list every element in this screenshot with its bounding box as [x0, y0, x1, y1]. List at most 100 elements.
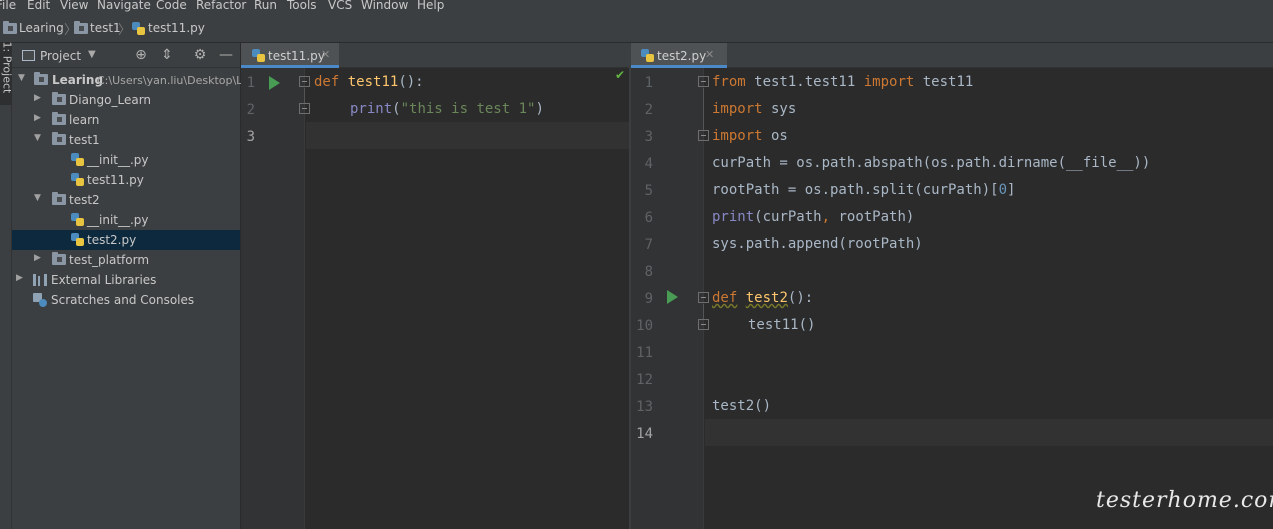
checkmark-icon: ✔: [615, 68, 626, 82]
run-icon[interactable]: [269, 76, 280, 90]
project-view-icon: [22, 50, 35, 61]
fold-icon[interactable]: [299, 103, 310, 114]
code-token: ,: [821, 209, 831, 225]
menu-navigate[interactable]: Navigate: [97, 0, 151, 13]
gear-icon[interactable]: ⚙: [191, 46, 209, 64]
menu-run[interactable]: Run: [254, 0, 277, 13]
tree-item-test-platform[interactable]: ▶ test_platform: [12, 250, 240, 270]
tree-item-test11-py[interactable]: test11.py: [12, 170, 240, 190]
function-name: test11: [347, 74, 399, 90]
editor-test11-py[interactable]: test11.py ✕ 1 2 3 def test11(): print("t…: [241, 43, 629, 529]
menu-tools[interactable]: Tools: [287, 0, 317, 13]
tree-item-test2-py[interactable]: test2.py: [12, 230, 240, 250]
current-line-highlight: [705, 419, 1273, 446]
code-line-2: print("this is test 1"): [350, 101, 544, 117]
tree-item-external-libraries[interactable]: ▶ External Libraries: [12, 270, 240, 290]
fold-icon[interactable]: [299, 76, 310, 87]
menu-help[interactable]: Help: [417, 0, 444, 13]
code-token: (: [392, 101, 401, 117]
code-line-7: sys.path.append(rootPath): [712, 236, 923, 252]
close-icon[interactable]: ✕: [321, 48, 330, 61]
tab-test11-py[interactable]: test11.py ✕: [241, 43, 339, 68]
code-line-3: import os: [712, 128, 788, 144]
tree-item-test1-init-py[interactable]: __init__.py: [12, 150, 240, 170]
chevron-right-icon[interactable]: ▶: [34, 93, 44, 103]
fold-icon[interactable]: [698, 319, 709, 330]
fold-icon[interactable]: [698, 130, 709, 141]
menu-code[interactable]: Code: [156, 0, 187, 13]
builtin: print: [712, 209, 755, 225]
menu-window[interactable]: Window: [361, 0, 408, 13]
string-literal: "this is test 1": [400, 101, 536, 117]
chevron-right-icon[interactable]: ▶: [34, 113, 44, 123]
line-number-gutter: 1 2 3 4 5 6 7 8 9 10 11 12 13 14: [631, 68, 709, 529]
breadcrumb-test1[interactable]: test1: [90, 21, 121, 35]
menu-vcs[interactable]: VCS: [328, 0, 352, 13]
python-file-icon: [71, 173, 84, 186]
menu-view[interactable]: View: [60, 0, 88, 13]
hide-panel-icon[interactable]: —: [217, 46, 235, 64]
line-number: 4: [644, 156, 653, 172]
tree-item-label: test_platform: [69, 253, 150, 267]
fold-guide: [703, 88, 704, 130]
tree-item-learn[interactable]: ▶ learn: [12, 110, 240, 130]
editor-test2-py[interactable]: test2.py ✕ 1 2 3 4 5 6 7 8 9 10 11 12 13…: [631, 43, 1273, 529]
tree-item-test2-init-py[interactable]: __init__.py: [12, 210, 240, 230]
tool-window-strip: 1: Project: [0, 42, 14, 529]
folder-icon: [3, 21, 17, 34]
builtin: print: [350, 101, 393, 117]
locate-file-icon[interactable]: ⊕: [132, 46, 150, 64]
fold-icon[interactable]: [698, 292, 709, 303]
line-number: 2: [246, 102, 255, 118]
line-number: 5: [644, 183, 653, 199]
watermark: testerhome.com: [1096, 488, 1273, 513]
close-icon[interactable]: ✕: [705, 48, 714, 61]
chevron-down-icon[interactable]: ▼: [34, 193, 44, 203]
tab-test2-py[interactable]: test2.py ✕: [631, 43, 727, 68]
breadcrumb-test11-py[interactable]: test11.py: [148, 21, 205, 35]
tree-item-label: Learing: [52, 73, 104, 87]
menu-file[interactable]: File: [0, 0, 16, 13]
python-file-icon: [252, 49, 265, 62]
line-number: 9: [644, 291, 653, 307]
tree-item-scratches[interactable]: Scratches and Consoles: [12, 290, 240, 310]
chevron-down-icon[interactable]: ▼: [18, 73, 28, 83]
chevron-down-icon[interactable]: ▼: [34, 133, 44, 143]
editor-tab-bar: test11.py ✕: [241, 43, 629, 68]
code-line-9: def test2():: [712, 290, 813, 306]
function-name: test2: [745, 290, 788, 306]
breadcrumb-learing[interactable]: Learing: [19, 21, 64, 35]
chevron-down-icon[interactable]: ▼: [88, 49, 96, 60]
tree-item-label: __init__.py: [87, 213, 149, 227]
run-icon[interactable]: [667, 290, 678, 304]
collapse-all-icon[interactable]: ⇕: [158, 46, 176, 64]
code-token: (curPath: [754, 209, 822, 225]
line-number: 10: [636, 318, 653, 334]
code-line-5: rootPath = os.path.split(curPath)[0]: [712, 182, 1015, 198]
line-number: 7: [644, 237, 653, 253]
project-panel-header: Project ▼ ⊕ ⇕ ⚙ —: [12, 43, 240, 68]
menu-refactor[interactable]: Refactor: [196, 0, 246, 13]
tree-item-diango-learn[interactable]: ▶ Diango_Learn: [12, 90, 240, 110]
menu-edit[interactable]: Edit: [27, 0, 50, 13]
line-number: 12: [636, 372, 653, 388]
fold-icon[interactable]: [698, 76, 709, 87]
tree-item-test2[interactable]: ▼ test2: [12, 190, 240, 210]
code-line-2: import sys: [712, 101, 796, 117]
tree-item-test1[interactable]: ▼ test1: [12, 130, 240, 150]
project-view-selector[interactable]: Project: [40, 49, 81, 63]
scratches-icon: [33, 293, 47, 307]
code-token: rootPath = os.path.split(curPath)[: [712, 182, 999, 198]
line-number: 2: [644, 102, 653, 118]
library-icon: [33, 274, 47, 286]
tree-item-label: test1: [69, 133, 100, 147]
chevron-right-icon[interactable]: ▶: [34, 253, 44, 263]
project-tool-window-button[interactable]: 1: Project: [0, 42, 14, 105]
chevron-right-icon[interactable]: ▶: [16, 273, 26, 283]
code-line-13: test2(): [712, 398, 772, 414]
line-number: 8: [644, 264, 653, 280]
python-file-icon: [71, 153, 84, 166]
line-number-gutter: 1 2 3: [241, 68, 310, 529]
tree-item-label: test2.py: [87, 233, 137, 247]
tree-item-learing[interactable]: ▼ Learing C:\Users\yan.liu\Desktop\L: [12, 70, 242, 90]
